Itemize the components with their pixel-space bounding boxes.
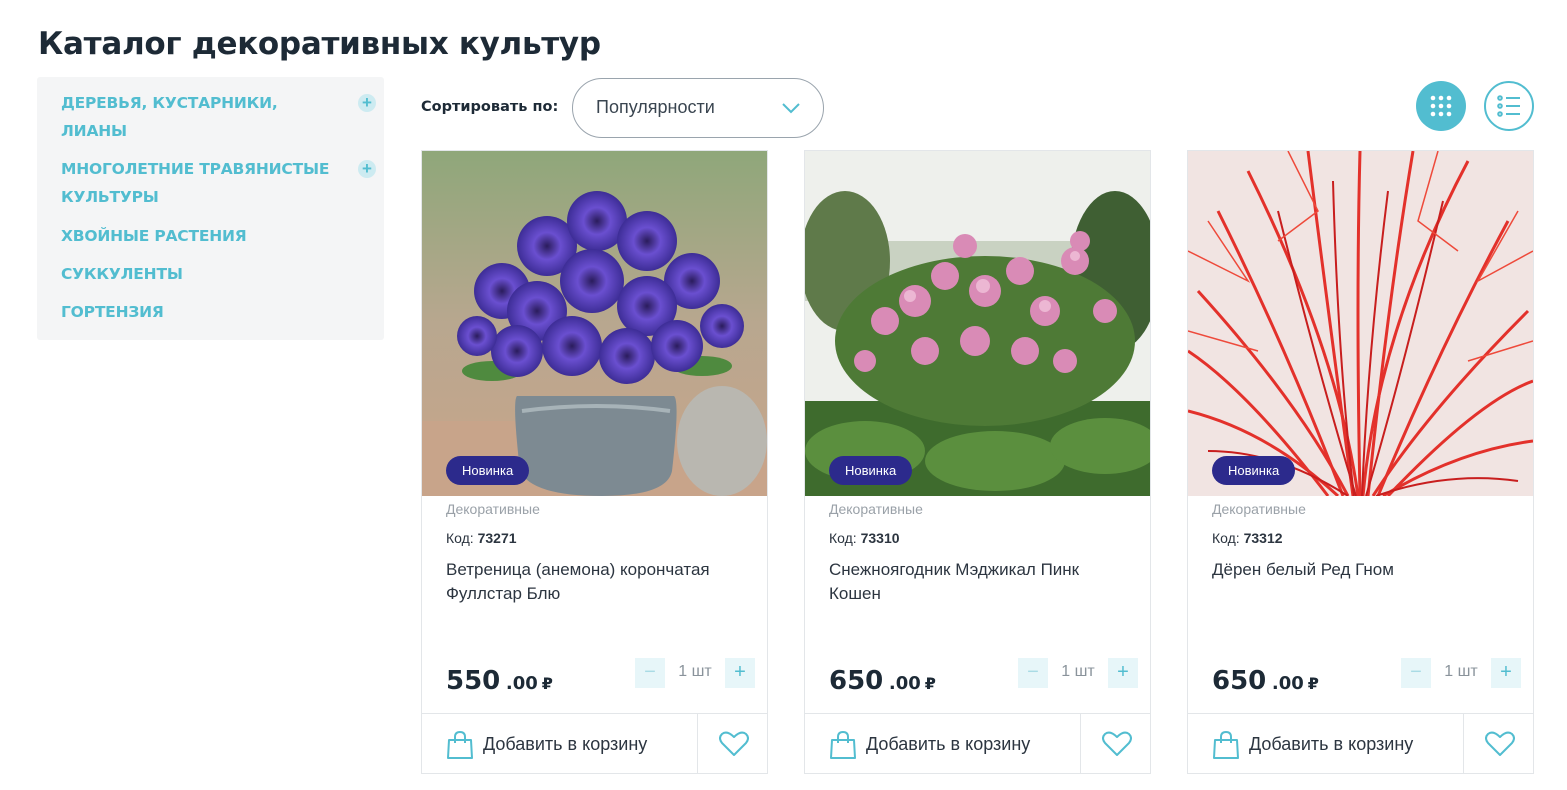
add-to-cart-button[interactable]: Добавить в корзину: [422, 714, 698, 774]
product-price: 650 .00 ₽: [829, 666, 936, 696]
quantity-stepper: − 1 шт +: [1018, 658, 1138, 688]
product-code: Код: 73271: [446, 530, 517, 546]
card-actions: Добавить в корзину: [1188, 713, 1533, 774]
expand-plus-icon[interactable]: +: [358, 94, 376, 112]
sidebar-item-trees[interactable]: Деревья, кустарники, лианы +: [61, 89, 376, 145]
shopping-bag-icon: [447, 730, 473, 759]
favorite-button[interactable]: [1465, 714, 1533, 774]
list-view-button[interactable]: [1484, 81, 1534, 131]
sidebar-item-label[interactable]: Хвойные растения: [61, 222, 331, 250]
add-to-cart-button[interactable]: Добавить в корзину: [1188, 714, 1464, 774]
product-image-anemone[interactable]: [422, 151, 767, 496]
sidebar-item-hydrangea[interactable]: Гортензия: [61, 298, 361, 326]
card-actions: Добавить в корзину: [805, 713, 1150, 774]
product-card[interactable]: Новинка Декоративные Код: 73312 Дёрен бе…: [1187, 150, 1534, 774]
quantity-stepper: − 1 шт +: [635, 658, 755, 688]
qty-plus-button[interactable]: +: [1108, 658, 1138, 688]
qty-plus-button[interactable]: +: [725, 658, 755, 688]
new-badge: Новинка: [446, 456, 530, 485]
sort-selected-value: Популярности: [596, 97, 715, 117]
sidebar-item-label[interactable]: Суккуленты: [61, 260, 331, 288]
card-actions: Добавить в корзину: [422, 713, 767, 774]
sidebar-item-perennials[interactable]: Многолетние травянистые культуры +: [61, 155, 376, 211]
page-title: Каталог декоративных культур: [38, 26, 601, 62]
grid-view-button[interactable]: [1416, 81, 1466, 131]
sidebar-item-label[interactable]: Многолетние травянистые культуры: [61, 155, 331, 211]
qty-value[interactable]: 1 шт: [1048, 663, 1108, 681]
expand-plus-icon[interactable]: +: [358, 160, 376, 178]
heart-icon: [1102, 731, 1132, 756]
new-badge: Новинка: [829, 456, 913, 485]
qty-minus-button[interactable]: −: [1018, 658, 1048, 688]
product-image-dogwood[interactable]: [1188, 151, 1533, 496]
shopping-bag-icon: [830, 730, 856, 759]
add-to-cart-button[interactable]: Добавить в корзину: [805, 714, 1081, 774]
favorite-button[interactable]: [1082, 714, 1150, 774]
product-price: 550 .00 ₽: [446, 666, 553, 696]
product-card[interactable]: Новинка Декоративные Код: 73310 Снежнояг…: [804, 150, 1151, 774]
product-category: Декоративные: [829, 501, 923, 517]
qty-minus-button[interactable]: −: [635, 658, 665, 688]
product-code: Код: 73310: [829, 530, 900, 546]
new-badge: Новинка: [1212, 456, 1296, 485]
qty-minus-button[interactable]: −: [1401, 658, 1431, 688]
product-name[interactable]: Дёрен белый Ред Гном: [1212, 558, 1512, 582]
product-name[interactable]: Ветреница (анемона) корончатая Фуллстар …: [446, 558, 746, 606]
grid-view-icon: [1430, 95, 1452, 117]
product-image-snowberry[interactable]: [805, 151, 1150, 496]
favorite-button[interactable]: [699, 714, 767, 774]
heart-icon: [719, 731, 749, 756]
add-to-cart-label: Добавить в корзину: [866, 734, 1031, 754]
product-code: Код: 73312: [1212, 530, 1283, 546]
quantity-stepper: − 1 шт +: [1401, 658, 1521, 688]
sidebar-item-succulents[interactable]: Суккуленты: [61, 260, 361, 288]
product-name[interactable]: Снежноягодник Мэджикал Пинк Кошен: [829, 558, 1129, 606]
category-sidebar: Деревья, кустарники, лианы + Многолетние…: [37, 77, 384, 340]
product-card[interactable]: Новинка Декоративные Код: 73271 Ветрениц…: [421, 150, 768, 774]
product-price: 650 .00 ₽: [1212, 666, 1319, 696]
heart-icon: [1485, 731, 1515, 756]
sort-dropdown[interactable]: Популярности: [572, 78, 824, 138]
list-view-icon: [1497, 95, 1520, 117]
qty-value[interactable]: 1 шт: [1431, 663, 1491, 681]
product-category: Декоративные: [1212, 501, 1306, 517]
sidebar-item-conifers[interactable]: Хвойные растения: [61, 222, 361, 250]
sort-label: Сортировать по:: [421, 99, 559, 115]
qty-plus-button[interactable]: +: [1491, 658, 1521, 688]
sidebar-item-label[interactable]: Гортензия: [61, 298, 331, 326]
sidebar-item-label[interactable]: Деревья, кустарники, лианы: [61, 89, 331, 145]
chevron-down-icon: [782, 103, 800, 114]
add-to-cart-label: Добавить в корзину: [1249, 734, 1414, 754]
product-category: Декоративные: [446, 501, 540, 517]
qty-value[interactable]: 1 шт: [665, 663, 725, 681]
add-to-cart-label: Добавить в корзину: [483, 734, 648, 754]
shopping-bag-icon: [1213, 730, 1239, 759]
